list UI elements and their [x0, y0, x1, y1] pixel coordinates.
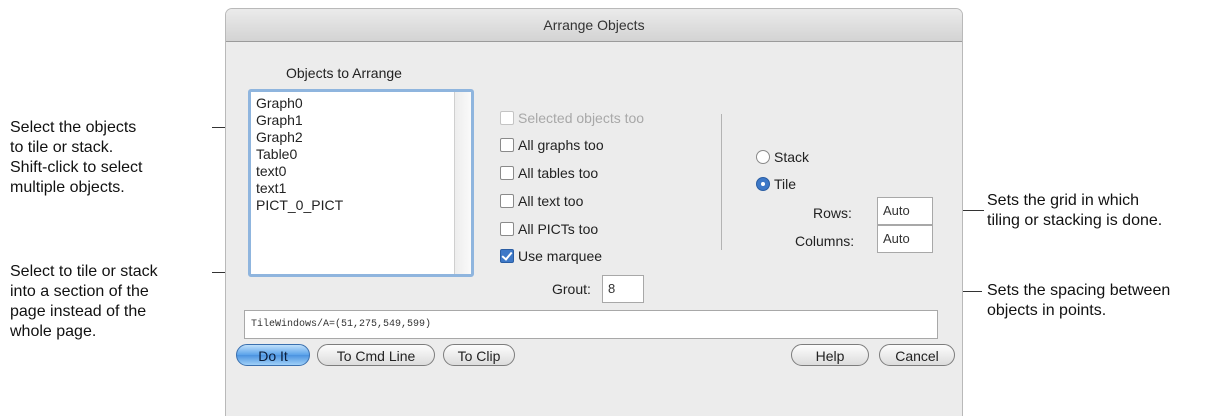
annotation-line: multiple objects. [10, 179, 125, 196]
columns-label: Columns: [795, 233, 855, 249]
list-item[interactable]: Graph1 [256, 112, 343, 129]
checkbox-box[interactable] [500, 249, 514, 263]
annotation-line: tiling or stacking is done. [987, 212, 1163, 229]
annotation-line: Sets the grid in which [987, 192, 1140, 209]
checkbox-label[interactable]: All tables too [518, 165, 598, 181]
grout-label: Grout: [552, 281, 591, 297]
command-line-preview: TileWindows/A=(51,275,549,599) [244, 310, 938, 339]
dialog-title: Arrange Objects [226, 9, 962, 42]
objects-listbox[interactable]: Graph0 Graph1 Graph2 Table0 text0 text1 … [248, 89, 474, 277]
annotation-line: Sets the spacing between [987, 282, 1171, 299]
checkbox-all-text[interactable]: All text too [500, 191, 583, 211]
to-clip-button[interactable]: To Clip [443, 344, 515, 366]
rows-field[interactable]: Auto [877, 197, 933, 225]
checkbox-label[interactable]: All text too [518, 193, 583, 209]
arrange-objects-dialog: Arrange Objects Objects to Arrange Graph… [226, 9, 962, 416]
grout-field[interactable]: 8 [602, 275, 644, 303]
checkbox-box[interactable] [500, 222, 514, 236]
annotation-select-objects: Select the objects to tile or stack. Shi… [10, 118, 142, 198]
objects-list-label: Objects to Arrange [286, 65, 402, 81]
annotation-line: Select the objects [10, 119, 137, 136]
to-cmd-line-button[interactable]: To Cmd Line [317, 344, 435, 366]
annotation-line: page instead of the [10, 303, 147, 320]
annotation-spacing: Sets the spacing between objects in poin… [987, 281, 1170, 321]
checkbox-label[interactable]: Use marquee [518, 248, 602, 264]
annotation-line: Select to tile or stack [10, 263, 158, 280]
annotation-select-marquee: Select to tile or stack into a section o… [10, 262, 158, 342]
radio-label[interactable]: Tile [774, 176, 796, 192]
annotation-line: to tile or stack. [10, 139, 114, 156]
cancel-button[interactable]: Cancel [879, 344, 955, 366]
list-item[interactable]: text0 [256, 163, 343, 180]
checkbox-label[interactable]: All PICTs too [518, 221, 598, 237]
radio-tile[interactable]: Tile [756, 174, 796, 194]
checkbox-all-picts[interactable]: All PICTs too [500, 219, 598, 239]
annotation-grid: Sets the grid in which tiling or stackin… [987, 191, 1162, 231]
checkbox-all-graphs[interactable]: All graphs too [500, 135, 604, 155]
radio-button[interactable] [756, 150, 770, 164]
checkbox-box[interactable] [500, 166, 514, 180]
list-item[interactable]: Graph0 [256, 95, 343, 112]
checkbox-box[interactable] [500, 138, 514, 152]
annotation-line: objects in points. [987, 302, 1107, 319]
objects-list-items: Graph0 Graph1 Graph2 Table0 text0 text1 … [256, 95, 343, 214]
list-item[interactable]: PICT_0_PICT [256, 197, 343, 214]
checkbox-use-marquee[interactable]: Use marquee [500, 246, 602, 266]
checkbox-label[interactable]: All graphs too [518, 137, 604, 153]
checkbox-box[interactable] [500, 194, 514, 208]
radio-label[interactable]: Stack [774, 149, 809, 165]
list-item[interactable]: text1 [256, 180, 343, 197]
checkbox-box [500, 111, 514, 125]
vertical-divider [721, 114, 722, 250]
annotation-line: whole page. [10, 323, 97, 340]
checkbox-label: Selected objects too [518, 110, 645, 126]
radio-button[interactable] [756, 177, 770, 191]
rows-label: Rows: [813, 205, 852, 221]
do-it-button[interactable]: Do It [236, 344, 310, 366]
objects-list-scrollbar[interactable] [454, 92, 471, 274]
checkbox-all-tables[interactable]: All tables too [500, 163, 598, 183]
columns-field[interactable]: Auto [877, 225, 933, 253]
help-button[interactable]: Help [791, 344, 869, 366]
radio-stack[interactable]: Stack [756, 147, 809, 167]
annotation-line: into a section of the [10, 283, 149, 300]
list-item[interactable]: Graph2 [256, 129, 343, 146]
list-item[interactable]: Table0 [256, 146, 343, 163]
checkbox-selected-objects: Selected objects too [500, 108, 644, 128]
annotation-line: Shift-click to select [10, 159, 143, 176]
